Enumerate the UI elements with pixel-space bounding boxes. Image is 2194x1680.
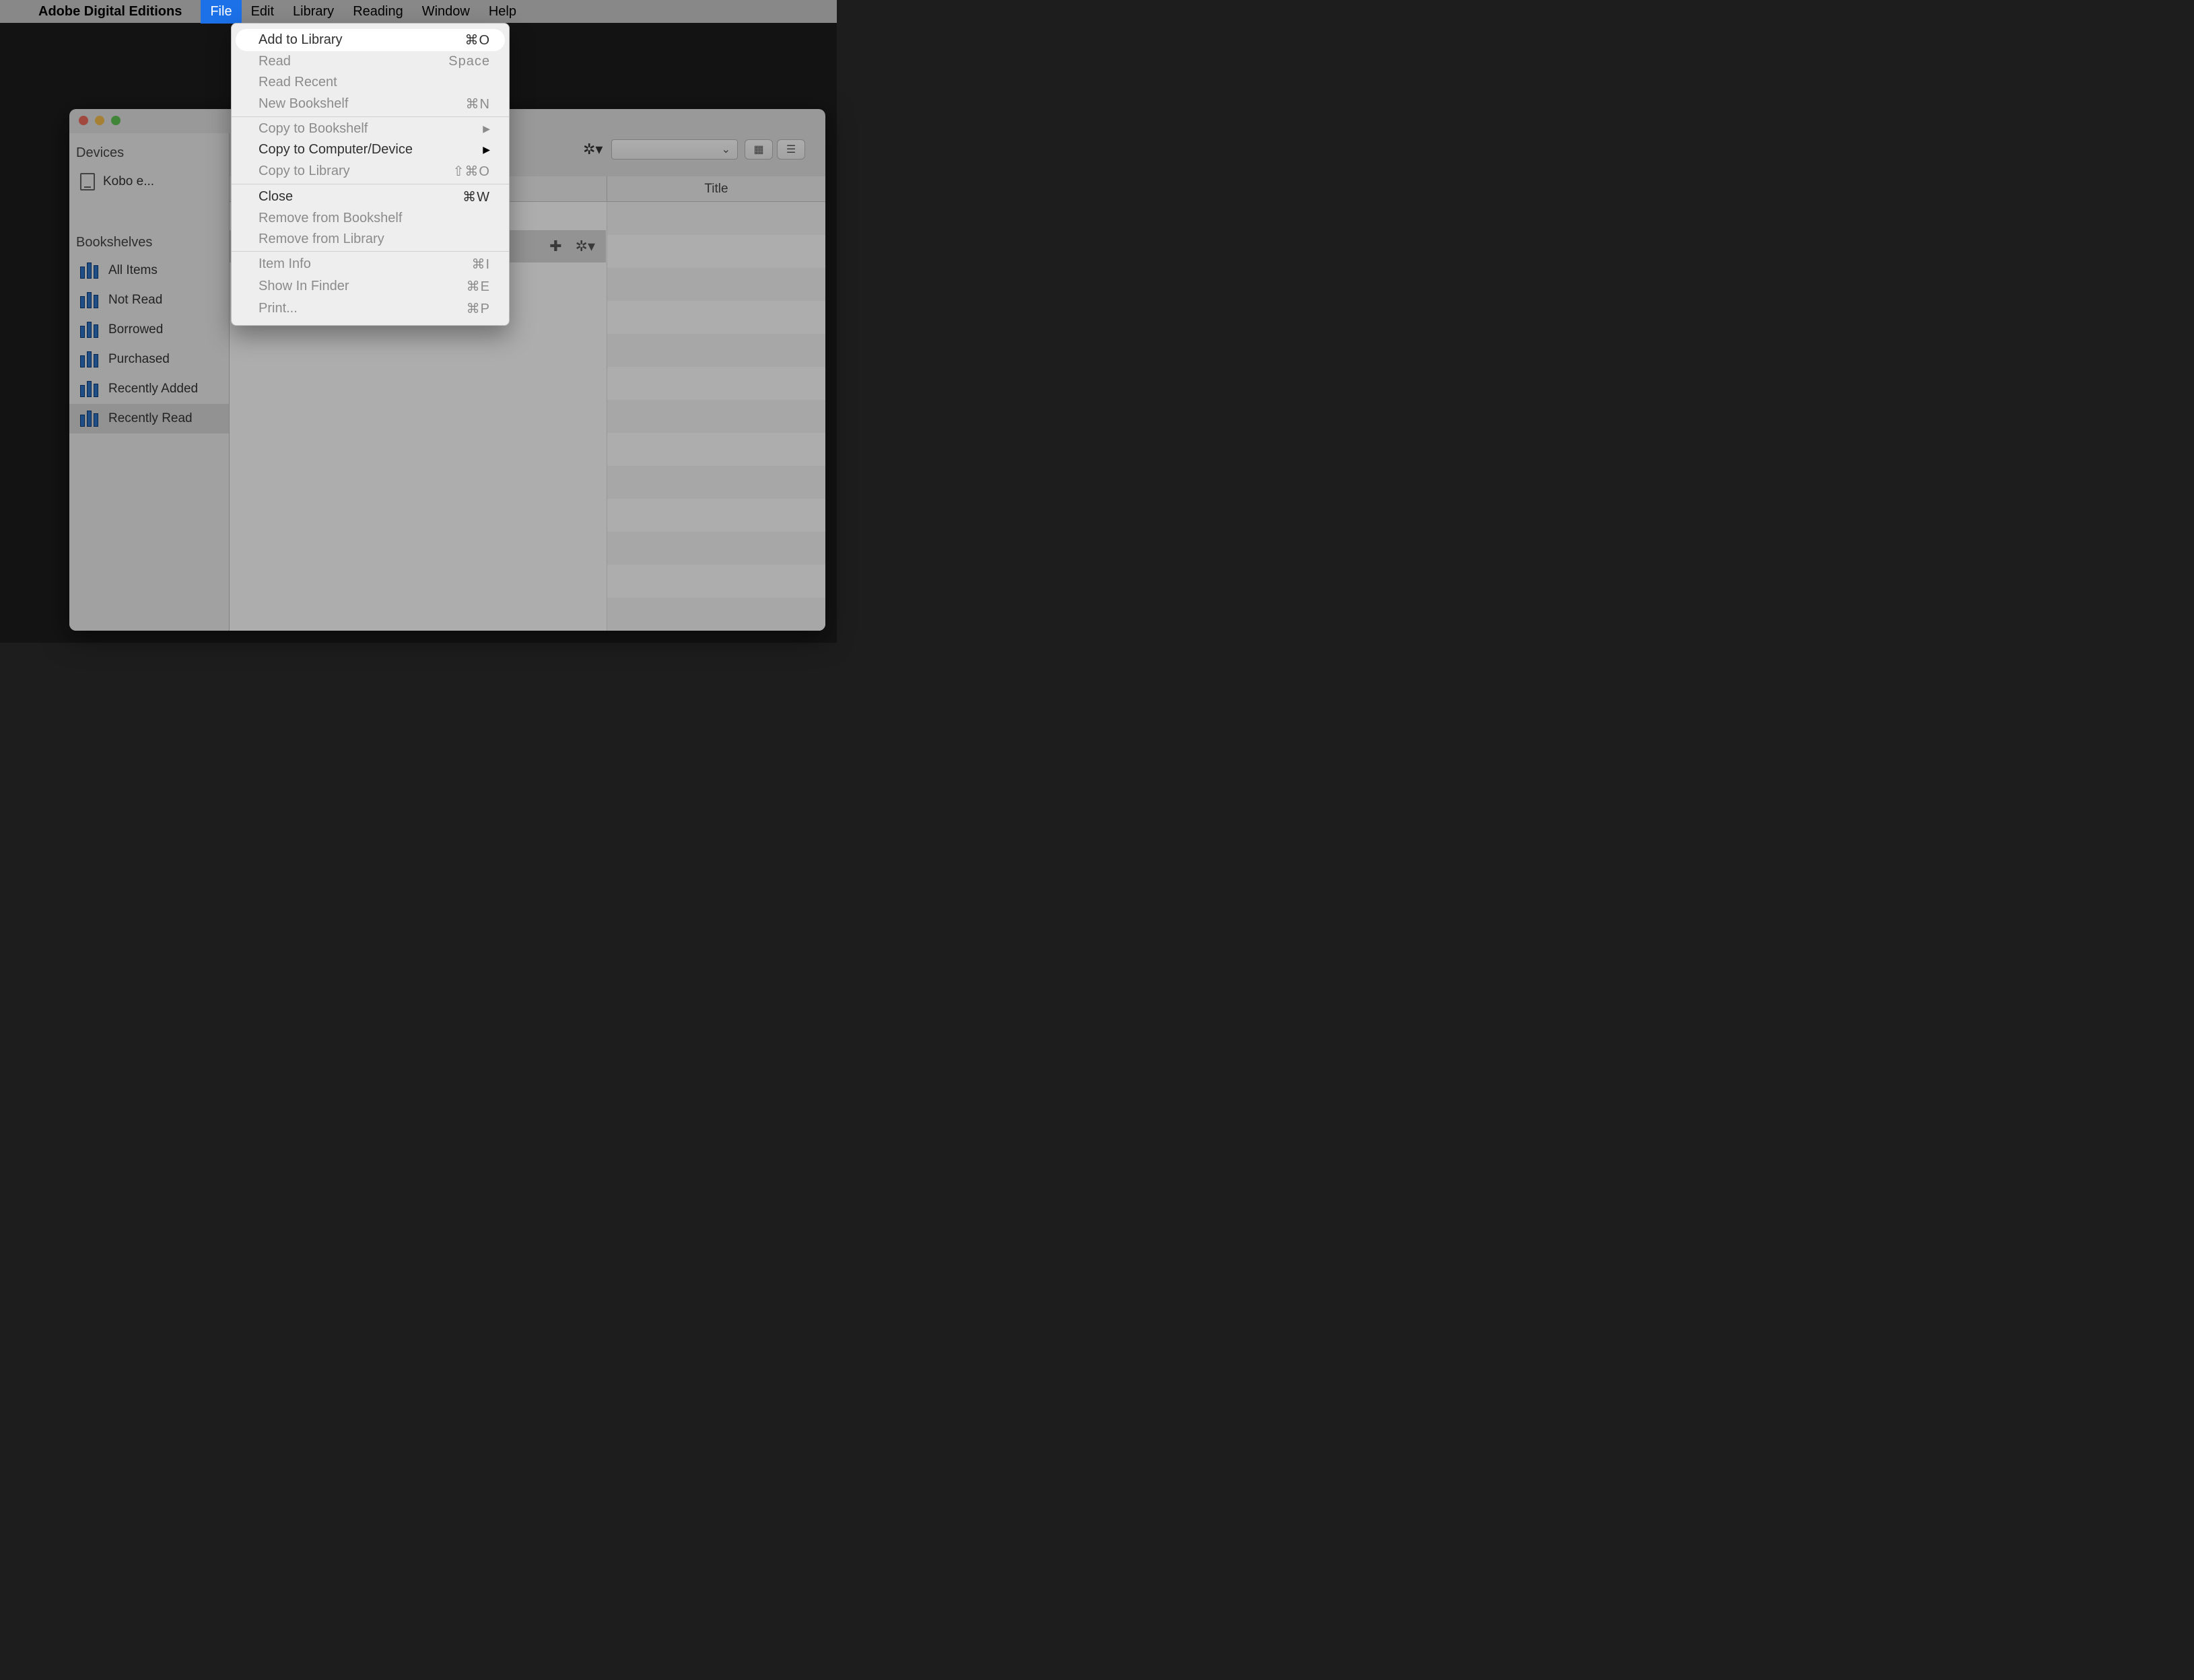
menu-item-read[interactable]: Read Space xyxy=(236,51,505,72)
sort-select[interactable]: ⌄ xyxy=(611,139,738,160)
gear-icon[interactable]: ✲▾ xyxy=(576,238,595,255)
menu-item-show-in-finder[interactable]: Show In Finder ⌘E xyxy=(236,275,505,298)
menu-item-copy-to-library[interactable]: Copy to Library ⇧⌘O xyxy=(236,160,505,182)
table-row xyxy=(607,235,825,268)
table-row xyxy=(607,301,825,334)
sidebar-shelf-all-items[interactable]: All Items xyxy=(69,256,229,285)
menu-item-shortcut: ⌘E xyxy=(467,278,490,295)
system-menubar: Adobe Digital Editions File Edit Library… xyxy=(0,0,837,23)
add-icon[interactable]: ✚ xyxy=(549,238,561,255)
ereader-icon xyxy=(80,173,95,190)
menu-item-new-bookshelf[interactable]: New Bookshelf ⌘N xyxy=(236,93,505,115)
menu-item-copy-to-bookshelf[interactable]: Copy to Bookshelf ▶ xyxy=(236,118,505,139)
sidebar-item-label: Not Read xyxy=(108,293,162,308)
menu-reading[interactable]: Reading xyxy=(343,0,413,24)
sidebar-shelf-borrowed[interactable]: Borrowed xyxy=(69,315,229,345)
menu-item-label: Item Info xyxy=(259,256,311,272)
bookshelf-icon xyxy=(80,381,100,397)
menu-edit[interactable]: Edit xyxy=(242,0,283,24)
sidebar-shelf-recently-added[interactable]: Recently Added xyxy=(69,374,229,404)
sidebar-item-label: All Items xyxy=(108,263,158,278)
menu-item-remove-from-library[interactable]: Remove from Library xyxy=(236,229,505,250)
menu-item-copy-to-computer-device[interactable]: Copy to Computer/Device ▶ xyxy=(236,139,505,160)
sidebar-shelf-not-read[interactable]: Not Read xyxy=(69,285,229,315)
view-list-button[interactable]: ☰ xyxy=(777,139,805,160)
menu-item-label: Add to Library xyxy=(259,32,343,48)
menu-item-add-to-library[interactable]: Add to Library ⌘O xyxy=(236,29,505,51)
menu-item-label: Read xyxy=(259,54,291,69)
table-row xyxy=(607,565,825,598)
menu-item-shortcut: ⌘N xyxy=(466,96,490,112)
menu-item-item-info[interactable]: Item Info ⌘I xyxy=(236,253,505,275)
sidebar-item-label: Kobo e... xyxy=(103,174,154,189)
menu-item-label: Remove from Bookshelf xyxy=(259,211,402,226)
bookshelf-icon xyxy=(80,411,100,427)
table-row xyxy=(607,334,825,367)
sidebar-item-label: Recently Added xyxy=(108,382,198,396)
sidebar-bookshelves-heading: Bookshelves xyxy=(69,230,229,256)
bookshelf-icon xyxy=(80,262,100,279)
bookshelf-icon xyxy=(80,351,100,368)
menu-item-read-recent[interactable]: Read Recent xyxy=(236,72,505,93)
chevron-down-icon: ⌄ xyxy=(722,143,730,156)
submenu-arrow-icon: ▶ xyxy=(483,123,490,135)
sidebar-item-label: Borrowed xyxy=(108,322,163,337)
menu-item-label: Copy to Bookshelf xyxy=(259,121,368,137)
shelf-options-gear-icon[interactable]: ✲▾ xyxy=(583,141,603,158)
menu-file[interactable]: File xyxy=(201,0,241,24)
sidebar-item-label: Purchased xyxy=(108,352,170,367)
file-menu-dropdown: Add to Library ⌘O Read Space Read Recent… xyxy=(231,23,510,326)
table-row xyxy=(607,268,825,301)
menu-item-remove-from-bookshelf[interactable]: Remove from Bookshelf xyxy=(236,208,505,229)
menu-window[interactable]: Window xyxy=(413,0,479,24)
menu-library[interactable]: Library xyxy=(283,0,343,24)
sidebar-shelf-purchased[interactable]: Purchased xyxy=(69,345,229,374)
sidebar-devices-heading: Devices xyxy=(69,140,229,166)
table-row xyxy=(607,499,825,532)
menu-item-label: Copy to Library xyxy=(259,164,350,179)
menu-item-label: Remove from Library xyxy=(259,232,384,247)
menu-item-label: Print... xyxy=(259,301,298,316)
sidebar-item-label: Recently Read xyxy=(108,411,193,426)
menu-item-label: Read Recent xyxy=(259,75,337,90)
menu-item-shortcut: ⇧⌘O xyxy=(453,163,490,180)
sidebar-device-item[interactable]: Kobo e... xyxy=(69,166,229,197)
menu-item-shortcut: ⌘O xyxy=(465,32,490,48)
sidebar: Devices Kobo e... Bookshelves All Items … xyxy=(69,133,230,631)
table-row xyxy=(607,433,825,466)
menu-item-print[interactable]: Print... ⌘P xyxy=(236,298,505,320)
bookshelf-icon xyxy=(80,292,100,308)
sidebar-shelf-recently-read[interactable]: Recently Read xyxy=(69,404,229,433)
menu-item-close[interactable]: Close ⌘W xyxy=(236,186,505,208)
table-row xyxy=(607,598,825,631)
menu-item-label: Close xyxy=(259,189,293,205)
menu-item-label: New Bookshelf xyxy=(259,96,348,112)
column-title[interactable]: Title xyxy=(607,176,825,201)
view-thumbnail-button[interactable]: ▦ xyxy=(745,139,773,160)
table-row xyxy=(607,532,825,565)
bookshelf-icon xyxy=(80,322,100,338)
menu-item-label: Show In Finder xyxy=(259,279,349,294)
menu-item-shortcut: ⌘W xyxy=(462,188,490,205)
menu-item-shortcut: Space xyxy=(448,54,490,69)
menu-item-shortcut: ⌘I xyxy=(471,256,490,273)
table-row xyxy=(607,367,825,400)
table-row xyxy=(607,466,825,499)
menu-help[interactable]: Help xyxy=(479,0,526,24)
submenu-arrow-icon: ▶ xyxy=(483,144,490,155)
table-row xyxy=(607,202,825,235)
app-name[interactable]: Adobe Digital Editions xyxy=(38,4,182,20)
table-row xyxy=(607,400,825,433)
menu-item-label: Copy to Computer/Device xyxy=(259,142,413,158)
menu-item-shortcut: ⌘P xyxy=(467,300,490,317)
